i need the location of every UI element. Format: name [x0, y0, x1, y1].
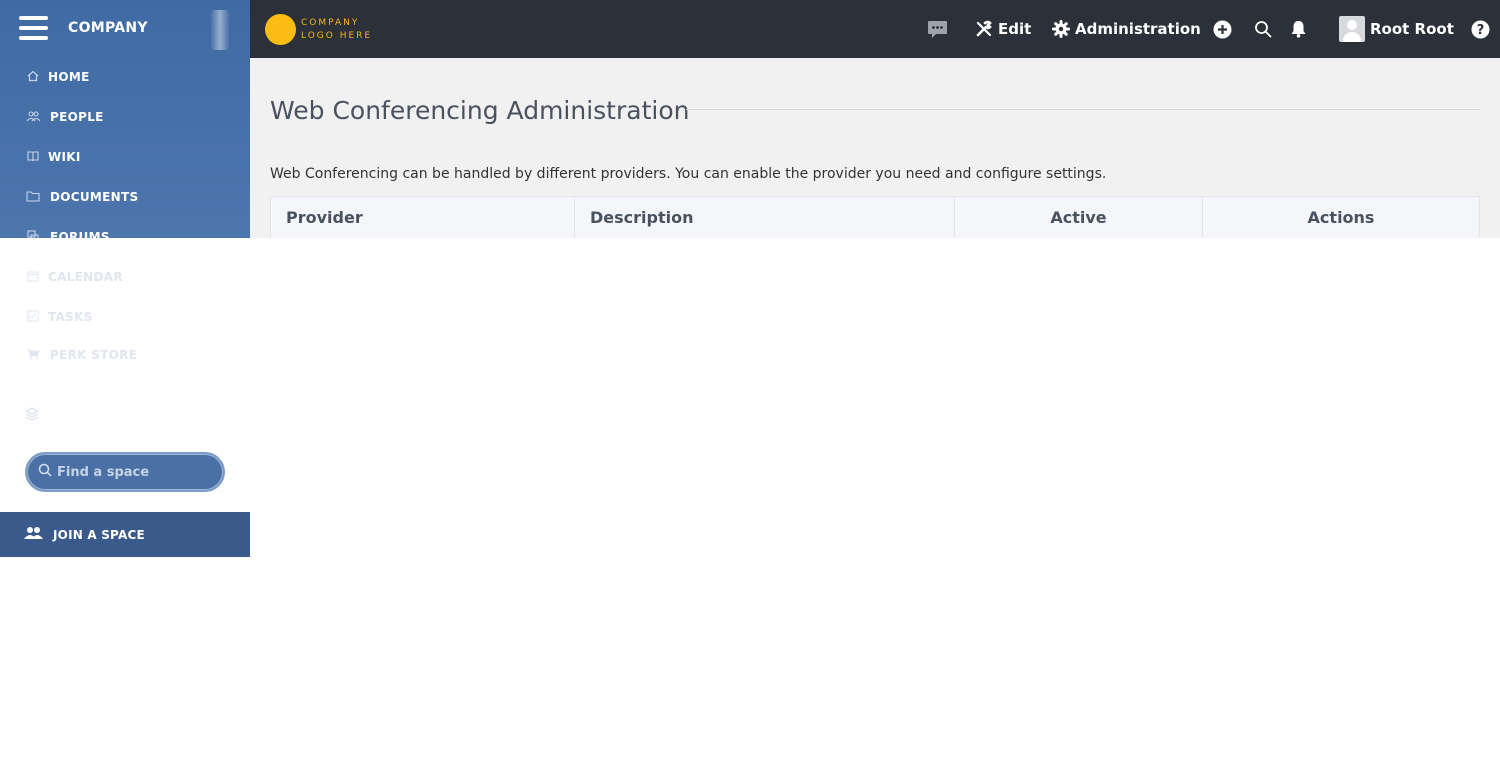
sidebar-item-calendar[interactable]: CALENDAR: [0, 257, 250, 297]
hamburger-menu-icon[interactable]: [19, 16, 48, 41]
administration-button[interactable]: Administration: [1052, 0, 1201, 58]
column-header-description[interactable]: Description: [575, 197, 955, 238]
sidebar-item-wiki[interactable]: WIKI: [0, 137, 250, 177]
folder-icon: [25, 190, 41, 204]
logo-line-2: LOGO HERE: [301, 31, 373, 41]
edit-label: Edit: [998, 20, 1032, 38]
join-space-button[interactable]: JOIN A SPACE: [0, 512, 250, 557]
spaces-layers-icon[interactable]: [24, 406, 40, 422]
sidebar-item-label: TASKS: [48, 310, 93, 324]
find-space-search[interactable]: [25, 452, 225, 492]
sidebar-item-forums[interactable]: FORUMS: [0, 217, 250, 238]
book-icon: [25, 150, 41, 164]
people-icon: [25, 110, 41, 124]
page-title: Web Conferencing Administration: [270, 96, 690, 125]
sidebar-item-label: FORUMS: [50, 230, 110, 238]
forums-icon: [25, 230, 41, 238]
sidebar-item-home[interactable]: HOME: [0, 57, 250, 97]
column-header-active[interactable]: Active: [955, 197, 1203, 238]
sidebar-item-label: CALENDAR: [48, 270, 123, 284]
sidebar-item-label: HOME: [48, 70, 90, 84]
gear-icon: [1052, 20, 1070, 38]
intro-text: Web Conferencing can be handled by diffe…: [270, 166, 1107, 182]
sidebar-item-label: PERK STORE: [50, 348, 138, 362]
sidebar-collapse-handle[interactable]: [211, 10, 229, 50]
column-header-actions[interactable]: Actions: [1203, 197, 1479, 238]
svg-text:?: ?: [1477, 23, 1485, 38]
search-icon: [38, 463, 52, 477]
sidebar-item-label: WIKI: [48, 150, 81, 164]
company-name: COMPANY: [68, 20, 148, 36]
home-icon: [25, 70, 41, 84]
company-logo-text: COMPANY LOGO HERE: [301, 17, 372, 43]
find-space-input[interactable]: [57, 462, 217, 482]
user-name: Root Root: [1370, 20, 1454, 38]
join-space-label: JOIN A SPACE: [53, 527, 145, 542]
user-menu[interactable]: Root Root: [1339, 0, 1454, 58]
logo-line-1: COMPANY: [301, 18, 360, 28]
tasks-icon: [25, 310, 41, 324]
search-icon: [1255, 21, 1272, 38]
search-button[interactable]: [1254, 0, 1272, 58]
company-logo[interactable]: [265, 14, 296, 45]
bell-icon: [1291, 21, 1306, 38]
providers-table: Provider Description Active Actions: [270, 196, 1480, 238]
sidebar-item-perk-store[interactable]: PERK STORE: [0, 335, 250, 375]
title-divider: [686, 109, 1480, 110]
calendar-icon: [25, 270, 41, 284]
chat-icon: [928, 20, 947, 38]
sidebar-item-tasks[interactable]: TASKS: [0, 297, 250, 337]
cart-icon: [25, 348, 41, 362]
sidebar-item-label: DOCUMENTS: [50, 190, 139, 204]
notifications-button[interactable]: [1290, 0, 1307, 58]
add-button[interactable]: [1213, 0, 1232, 58]
top-navigation-bar: COMPANY LOGO HERE Edit Administration Ro…: [250, 0, 1500, 58]
sidebar-item-documents[interactable]: DOCUMENTS: [0, 177, 250, 217]
sidebar-brand: COMPANY: [0, 0, 250, 58]
help-icon: ?: [1471, 20, 1490, 38]
sidebar: COMPANY HOME PEOPLE WIKI DOCUMENTS FORUM…: [0, 0, 250, 557]
tools-icon: [976, 20, 992, 37]
chat-button[interactable]: [927, 0, 948, 58]
help-button[interactable]: ?: [1471, 0, 1490, 58]
plus-circle-icon: [1213, 20, 1232, 38]
main-content: Web Conferencing Administration Web Conf…: [250, 58, 1500, 238]
column-header-provider[interactable]: Provider: [271, 197, 575, 238]
join-people-icon: [24, 527, 43, 539]
sidebar-item-people[interactable]: PEOPLE: [0, 97, 250, 137]
avatar: [1339, 16, 1365, 42]
edit-button[interactable]: Edit: [975, 0, 1031, 58]
administration-label: Administration: [1075, 20, 1201, 38]
sidebar-item-label: PEOPLE: [50, 110, 104, 124]
